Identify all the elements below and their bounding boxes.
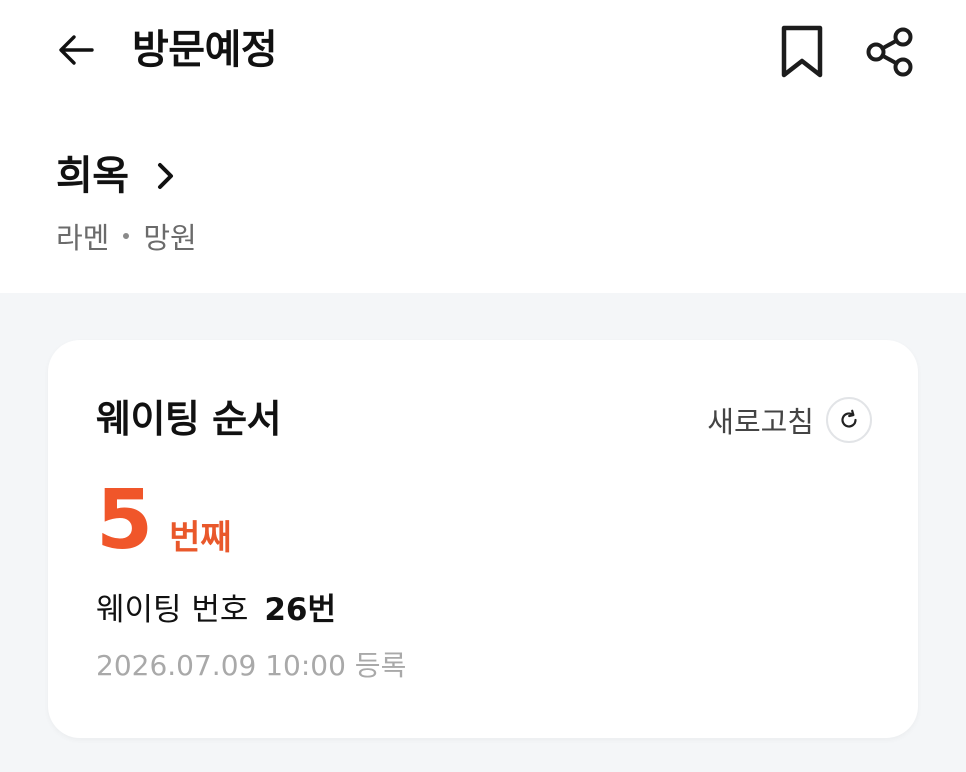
waiting-number-value: 26번 [264,592,336,628]
page-title: 방문예정 [132,27,278,73]
chevron-right-icon [155,160,177,192]
waiting-number-label: 웨이팅 번호 [96,592,249,628]
arrow-left-icon [59,35,94,65]
waiting-number-row: 웨이팅 번호 26번 [96,588,336,632]
refresh-label: 새로고침 [707,405,814,439]
store-location: 망원 [143,221,197,255]
order-unit: 번째 [169,518,232,558]
top-app-bar: 방문예정 [0,0,966,100]
back-button[interactable] [48,22,104,78]
refresh-button[interactable]: 새로고침 [707,396,872,444]
store-name-link[interactable]: 희옥 [56,148,177,204]
registered-time: 2026.07.09 10:00 등록 [96,649,407,682]
waiting-detail-screen: 방문예정 희옥 라멘 망원 웨이팅 순서 새로고침 5 번째 웨이팅 번호 26… [0,0,966,772]
waiting-order: 5 번째 [96,480,232,562]
waiting-status-card: 웨이팅 순서 새로고침 5 번째 웨이팅 번호 26번 2026.07.09 1… [48,340,918,738]
store-name: 희옥 [56,153,129,199]
card-title: 웨이팅 순서 [96,397,282,441]
refresh-icon [826,397,872,443]
store-category: 라멘 [56,221,110,255]
store-meta: 라멘 망원 [56,214,197,258]
separator-dot [123,233,130,239]
share-icon [866,27,913,77]
order-number: 5 [96,473,154,568]
bookmark-button[interactable] [770,20,834,84]
share-button[interactable] [858,20,922,84]
bookmark-icon [781,25,823,78]
